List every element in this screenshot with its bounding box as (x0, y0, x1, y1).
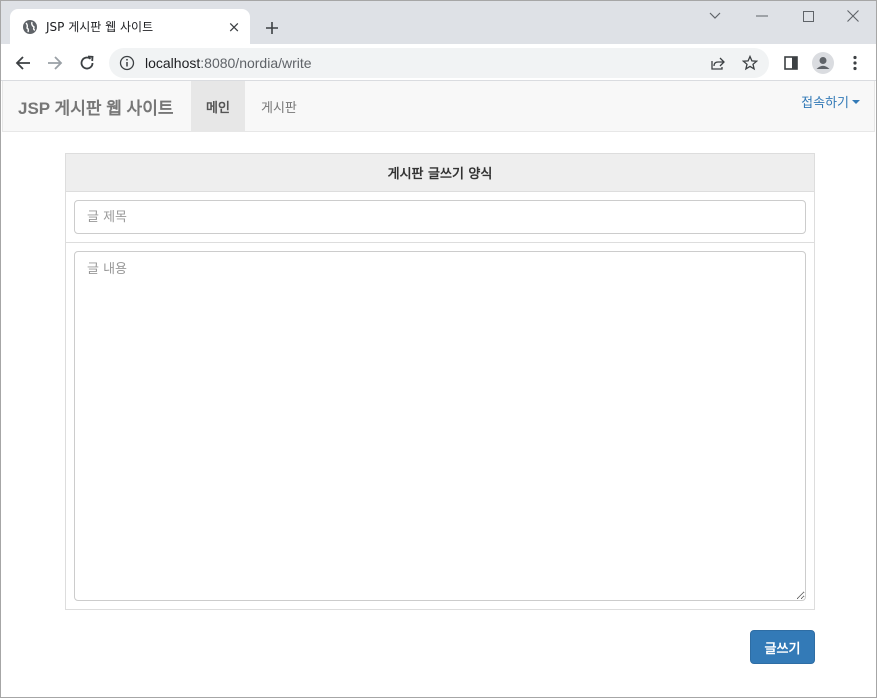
minimize-icon (756, 15, 768, 17)
address-bar[interactable]: localhost:8080/nordia/write (109, 48, 769, 78)
info-icon[interactable] (119, 55, 135, 71)
tab-strip: JSP 게시판 웹 사이트 × (1, 1, 876, 44)
new-tab-button[interactable] (259, 15, 285, 41)
chevron-down-icon (709, 12, 721, 19)
site-navbar: JSP 게시판 웹 사이트 메인 게시판 접속하기 (2, 81, 875, 132)
globe-icon (22, 19, 38, 35)
submit-write-button[interactable]: 글쓰기 (750, 630, 815, 664)
kebab-menu-icon (853, 55, 857, 71)
reload-button[interactable] (73, 49, 101, 77)
minimize-button[interactable] (742, 5, 782, 27)
browser-tab[interactable]: JSP 게시판 웹 사이트 × (10, 9, 250, 44)
content-row (66, 242, 814, 609)
close-tab-icon[interactable]: × (226, 18, 242, 36)
connect-dropdown-label: 접속하기 (801, 96, 849, 111)
side-panel-icon (784, 56, 798, 70)
back-button[interactable] (9, 49, 37, 77)
close-window-button[interactable] (833, 5, 873, 27)
bookmark-star-icon[interactable] (741, 54, 759, 72)
close-icon (847, 10, 859, 22)
reload-icon (80, 55, 94, 70)
forward-arrow-icon (48, 56, 63, 70)
title-input[interactable] (74, 200, 806, 234)
avatar-icon (812, 52, 834, 74)
write-form: 게시판 글쓰기 양식 (65, 153, 815, 610)
browser-toolbar: localhost:8080/nordia/write (1, 44, 876, 81)
back-arrow-icon (15, 56, 30, 70)
content-textarea[interactable] (74, 251, 806, 601)
maximize-button[interactable] (788, 5, 828, 27)
url-text: localhost:8080/nordia/write (145, 55, 312, 71)
url-path: :8080/nordia/write (200, 55, 312, 71)
nav-item-main[interactable]: 메인 (191, 81, 245, 131)
connect-dropdown[interactable]: 접속하기 (801, 92, 860, 111)
profile-button[interactable] (809, 49, 837, 77)
forward-button[interactable] (41, 49, 69, 77)
browser-window: JSP 게시판 웹 사이트 × localhost:8080/nordia/wr… (0, 0, 877, 698)
nav-item-board[interactable]: 게시판 (246, 81, 312, 131)
site-brand[interactable]: JSP 게시판 웹 사이트 (18, 94, 173, 119)
url-host: localhost (145, 55, 201, 71)
side-panel-button[interactable] (777, 49, 805, 77)
caret-down-icon (852, 99, 860, 104)
share-icon[interactable] (709, 54, 727, 72)
title-row (66, 192, 814, 242)
form-heading: 게시판 글쓰기 양식 (66, 154, 814, 192)
tab-search-button[interactable] (695, 5, 735, 27)
tab-title: JSP 게시판 웹 사이트 (46, 20, 154, 34)
plus-icon (266, 22, 278, 34)
menu-button[interactable] (841, 49, 869, 77)
maximize-icon (802, 10, 814, 22)
